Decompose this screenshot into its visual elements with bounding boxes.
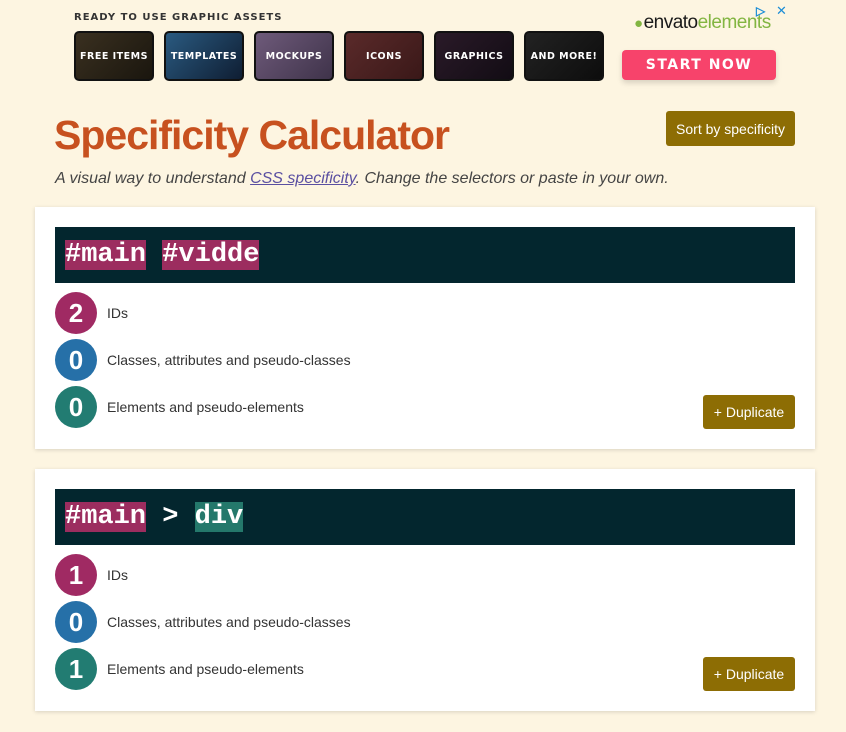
ad-tile-mockups[interactable]: MOCKUPS xyxy=(254,31,334,81)
elements-count: 1 xyxy=(55,648,97,690)
close-icon[interactable]: ✕ xyxy=(776,3,787,19)
ids-label: IDs xyxy=(107,567,128,583)
ad-tile-and-more[interactable]: AND MORE! xyxy=(524,31,604,81)
ad-tile-free-items[interactable]: FREE ITEMS xyxy=(74,31,154,81)
selector-card: #main #vidde 2 IDs 0 Classes, attributes… xyxy=(35,207,815,449)
duplicate-button[interactable]: + Duplicate xyxy=(703,657,795,691)
sort-by-specificity-button[interactable]: Sort by specificity xyxy=(666,111,795,146)
selector-input[interactable]: #main > div xyxy=(55,489,795,545)
ad-tile-templates[interactable]: TEMPLATES xyxy=(164,31,244,81)
ad-banner[interactable]: READY TO USE GRAPHIC ASSETS FREE ITEMS T… xyxy=(0,0,846,100)
ids-count: 2 xyxy=(55,292,97,334)
ids-label: IDs xyxy=(107,305,128,321)
page-subtitle: A visual way to understand CSS specifici… xyxy=(55,170,669,188)
duplicate-button[interactable]: + Duplicate xyxy=(703,395,795,429)
ids-count: 1 xyxy=(55,554,97,596)
selector-token-id: #main xyxy=(65,240,147,270)
classes-row: 0 Classes, attributes and pseudo-classes xyxy=(55,339,351,381)
selector-token-id: #main xyxy=(65,502,147,532)
subtitle-text-end: . Change the selectors or paste in your … xyxy=(355,170,669,187)
ad-tile-icons[interactable]: ICONS xyxy=(344,31,424,81)
elements-row: 0 Elements and pseudo-elements xyxy=(55,386,304,428)
page-title: Specificity Calculator xyxy=(54,112,450,158)
classes-count: 0 xyxy=(55,339,97,381)
elements-label: Elements and pseudo-elements xyxy=(107,399,304,415)
ad-tile-graphics[interactable]: GRAPHICS xyxy=(434,31,514,81)
selector-token-combinator: > xyxy=(146,502,195,532)
classes-label: Classes, attributes and pseudo-classes xyxy=(107,614,351,630)
adchoices-icon[interactable]: ▷ xyxy=(756,4,765,18)
brand-main: envato xyxy=(643,12,699,33)
selector-token-id: #vidde xyxy=(162,240,260,270)
start-now-button[interactable]: START NOW xyxy=(622,50,776,80)
classes-row: 0 Classes, attributes and pseudo-classes xyxy=(55,601,351,643)
leaf-icon: ● xyxy=(634,15,643,32)
classes-label: Classes, attributes and pseudo-classes xyxy=(107,352,351,368)
selector-token-combinator xyxy=(146,240,162,270)
selector-token-element: div xyxy=(194,502,244,532)
selector-input[interactable]: #main #vidde xyxy=(55,227,795,283)
elements-row: 1 Elements and pseudo-elements xyxy=(55,648,304,690)
envato-logo[interactable]: ●envatoelements xyxy=(634,12,771,34)
ids-row: 2 IDs xyxy=(55,292,128,334)
subtitle-text: A visual way to understand xyxy=(55,170,251,187)
elements-count: 0 xyxy=(55,386,97,428)
elements-label: Elements and pseudo-elements xyxy=(107,661,304,677)
selector-card: #main > div 1 IDs 0 Classes, attributes … xyxy=(35,469,815,711)
classes-count: 0 xyxy=(55,601,97,643)
css-specificity-link[interactable]: CSS specificity xyxy=(250,170,356,187)
ad-label: READY TO USE GRAPHIC ASSETS xyxy=(74,12,283,23)
ids-row: 1 IDs xyxy=(55,554,128,596)
